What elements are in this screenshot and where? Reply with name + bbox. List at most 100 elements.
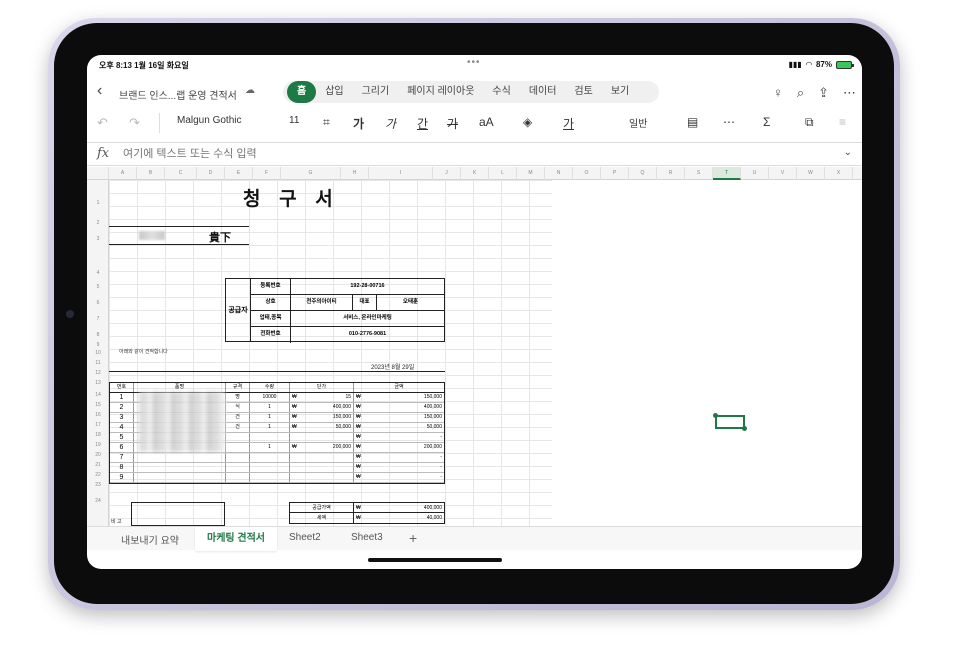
share-icon[interactable]: ⇪ bbox=[818, 85, 829, 101]
row-header-22[interactable]: 22 bbox=[87, 472, 109, 478]
row-header-11[interactable]: 11 bbox=[87, 360, 109, 366]
row-header-9[interactable]: 9 bbox=[87, 342, 109, 348]
italic-button[interactable]: 가 bbox=[385, 115, 396, 132]
tab-data[interactable]: 데이터 bbox=[520, 81, 566, 103]
sheet-tab-sheet3[interactable]: Sheet3 bbox=[351, 532, 383, 543]
document-title[interactable]: 브랜드 인스...랩 운영 견적서 bbox=[119, 87, 237, 102]
font-size-adjust-button[interactable]: aA bbox=[479, 115, 494, 129]
amount-value: 400,000 bbox=[423, 404, 442, 410]
autosum-button[interactable]: Σ bbox=[763, 115, 770, 129]
column-header-w[interactable]: W bbox=[797, 167, 825, 180]
insert-icon[interactable]: ⧉ bbox=[805, 115, 814, 130]
filter-icon[interactable]: ≡ bbox=[839, 115, 846, 129]
tab-draw[interactable]: 그리기 bbox=[353, 81, 399, 103]
bold-button[interactable]: 가 bbox=[353, 115, 364, 132]
tab-review[interactable]: 검토 bbox=[565, 81, 601, 103]
tab-formulas[interactable]: 수식 bbox=[483, 81, 519, 103]
font-name-select[interactable]: Malgun Gothic bbox=[177, 115, 241, 126]
strikethrough-button[interactable]: 가 bbox=[447, 115, 458, 132]
redo-icon[interactable]: ↷ bbox=[129, 115, 140, 131]
tab-page-layout[interactable]: 페이지 레이아웃 bbox=[398, 81, 483, 103]
price-currency: ₩ bbox=[292, 404, 297, 410]
sheet-tab-sheet2[interactable]: Sheet2 bbox=[289, 532, 321, 543]
column-header-r[interactable]: R bbox=[657, 167, 685, 180]
tab-view[interactable]: 보기 bbox=[602, 81, 638, 103]
row-header-3[interactable]: 3 bbox=[87, 236, 109, 242]
fill-color-icon[interactable]: ◈ bbox=[523, 115, 532, 129]
row-header-1[interactable]: 1 bbox=[87, 200, 109, 206]
column-header-c[interactable]: C bbox=[165, 167, 197, 180]
column-header-o[interactable]: O bbox=[573, 167, 601, 180]
column-header-t[interactable]: T bbox=[713, 167, 741, 180]
row-header-4[interactable]: 4 bbox=[87, 270, 109, 276]
row-header-5[interactable]: 5 bbox=[87, 284, 109, 290]
item-no: 4 bbox=[110, 423, 134, 432]
row-header-18[interactable]: 18 bbox=[87, 432, 109, 438]
row-header-20[interactable]: 20 bbox=[87, 452, 109, 458]
format-painter-icon[interactable]: ⌗ bbox=[323, 115, 330, 130]
row-header-13[interactable]: 13 bbox=[87, 380, 109, 386]
row-header-16[interactable]: 16 bbox=[87, 412, 109, 418]
number-format-select[interactable]: 일반 bbox=[629, 115, 647, 130]
row-header-8[interactable]: 8 bbox=[87, 332, 109, 338]
chevron-down-icon[interactable]: ⌄ bbox=[844, 147, 852, 158]
column-header-j[interactable]: J bbox=[433, 167, 461, 180]
row-header-14[interactable]: 14 bbox=[87, 392, 109, 398]
lightbulb-icon[interactable]: ♀ bbox=[773, 85, 783, 101]
column-header-v[interactable]: V bbox=[769, 167, 797, 180]
column-header-h[interactable]: H bbox=[341, 167, 369, 180]
cloud-sync-icon[interactable]: ☁ bbox=[245, 85, 255, 96]
column-header-g[interactable]: G bbox=[281, 167, 341, 180]
column-header-d[interactable]: D bbox=[197, 167, 225, 180]
wrap-text-icon[interactable]: ▤ bbox=[687, 115, 698, 129]
font-size-select[interactable]: 11 bbox=[289, 115, 299, 126]
selection-handle-bottom-right[interactable] bbox=[742, 426, 747, 431]
column-header-i[interactable]: I bbox=[369, 167, 433, 180]
row-header-17[interactable]: 17 bbox=[87, 422, 109, 428]
formula-input[interactable] bbox=[123, 148, 623, 160]
column-header-m[interactable]: M bbox=[517, 167, 545, 180]
item-amount: ₩ - bbox=[354, 463, 444, 472]
column-header-b[interactable]: B bbox=[137, 167, 165, 180]
selection-handle-top-left[interactable] bbox=[713, 413, 718, 418]
row-header-15[interactable]: 15 bbox=[87, 402, 109, 408]
sheet-tab-export-summary[interactable]: 내보내기 요약 bbox=[121, 532, 179, 547]
worksheet[interactable]: 청 구 서 貴下 공급자 등록번호 192-28-00716 상호 천주의아이티… bbox=[109, 180, 862, 526]
item-no: 5 bbox=[110, 433, 134, 442]
column-header-p[interactable]: P bbox=[601, 167, 629, 180]
row-header-7[interactable]: 7 bbox=[87, 316, 109, 322]
row-header-10[interactable]: 10 bbox=[87, 350, 109, 356]
row-header-21[interactable]: 21 bbox=[87, 462, 109, 468]
home-indicator[interactable] bbox=[368, 558, 502, 562]
column-header-n[interactable]: N bbox=[545, 167, 573, 180]
underline-button[interactable]: 간 bbox=[417, 115, 428, 132]
more-icon[interactable]: ⋯ bbox=[843, 85, 856, 101]
chevron-left-icon[interactable]: ‹ bbox=[97, 82, 102, 100]
font-color-icon[interactable]: 가 bbox=[563, 115, 574, 132]
column-header-s[interactable]: S bbox=[685, 167, 713, 180]
column-header-a[interactable]: A bbox=[109, 167, 137, 180]
tab-insert[interactable]: 삽입 bbox=[316, 81, 352, 103]
undo-icon[interactable]: ↶ bbox=[97, 115, 108, 131]
selected-cell[interactable] bbox=[715, 415, 745, 429]
row-header-12[interactable]: 12 bbox=[87, 370, 109, 376]
row-header-6[interactable]: 6 bbox=[87, 300, 109, 306]
add-sheet-button[interactable]: + bbox=[409, 530, 417, 546]
column-header-x[interactable]: X bbox=[825, 167, 853, 180]
sheet-tab-marketing-quote[interactable]: 마케팅 견적서 bbox=[195, 527, 277, 551]
column-header-q[interactable]: Q bbox=[629, 167, 657, 180]
row-header-2[interactable]: 2 bbox=[87, 220, 109, 226]
column-header-l[interactable]: L bbox=[489, 167, 517, 180]
column-header-e[interactable]: E bbox=[225, 167, 253, 180]
search-icon[interactable]: ⌕ bbox=[797, 85, 804, 101]
row-header-24[interactable]: 24 bbox=[87, 498, 109, 504]
select-all-corner[interactable] bbox=[87, 167, 109, 180]
tab-home[interactable]: 홈 bbox=[287, 81, 317, 103]
multitask-dots[interactable]: ••• bbox=[467, 57, 481, 68]
row-header-23[interactable]: 23 bbox=[87, 482, 109, 488]
column-header-k[interactable]: K bbox=[461, 167, 489, 180]
column-header-u[interactable]: U bbox=[741, 167, 769, 180]
row-header-19[interactable]: 19 bbox=[87, 442, 109, 448]
more-options-icon[interactable]: ⋯ bbox=[723, 115, 735, 129]
column-header-f[interactable]: F bbox=[253, 167, 281, 180]
